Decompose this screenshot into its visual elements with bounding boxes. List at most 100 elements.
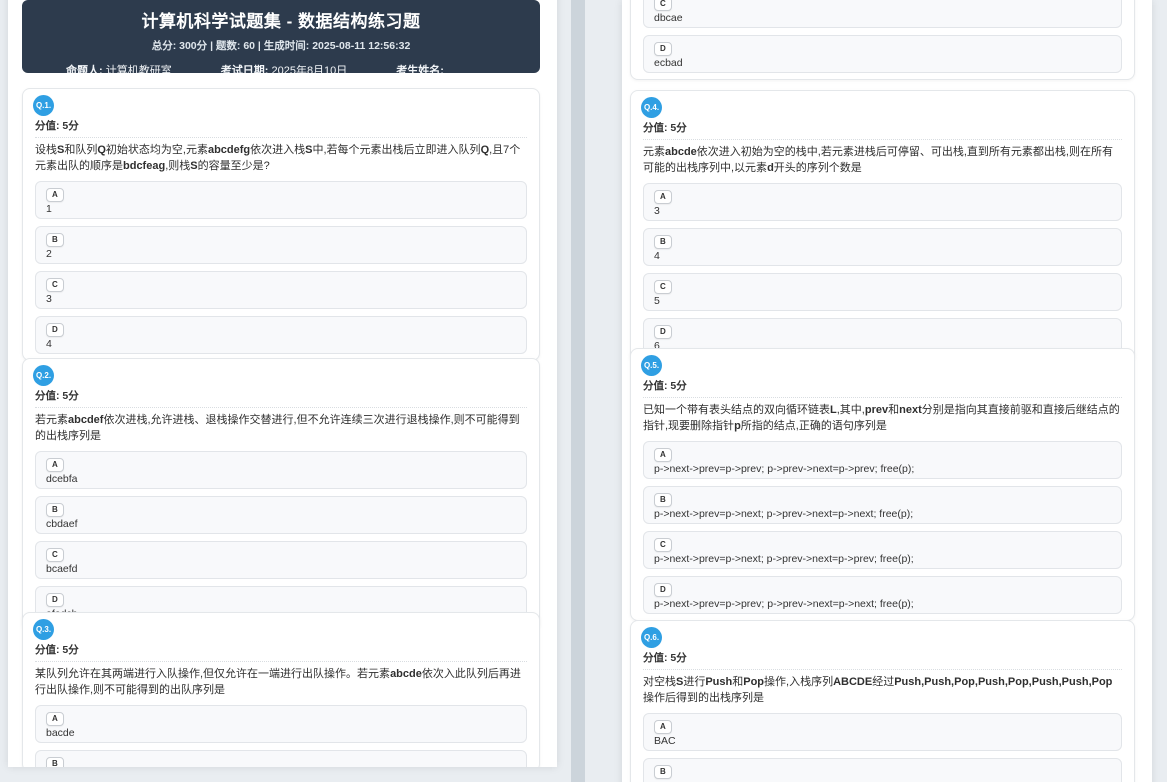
option-letter-chip: A (654, 720, 672, 734)
question-2-option-b[interactable]: B cbdaef (35, 496, 527, 534)
question-2-option-c[interactable]: C bcaefd (35, 541, 527, 579)
question-card-6: Q.6. 分值: 5分 对空栈S进行Push和Pop操作,入栈序列ABCDE经过… (630, 620, 1135, 782)
option-letter-chip: B (46, 503, 64, 517)
question-1-option-d[interactable]: D 4 (35, 316, 527, 354)
question-card-5: Q.5. 分值: 5分 已知一个带有表头结点的双向循环链表L,其中,prev和n… (630, 348, 1135, 621)
question-3-option-d[interactable]: D ecbad (643, 35, 1122, 73)
question-2-option-a[interactable]: A dcebfa (35, 451, 527, 489)
question-6-option-b[interactable]: B BAE (643, 758, 1122, 782)
question-6-number-badge: Q.6. (641, 627, 662, 648)
exam-setter-label: 命题人: (66, 65, 103, 73)
question-4-text: 元素abcde依次进入初始为空的栈中,若元素进栈后可停留、可出栈,直到所有元素都… (643, 146, 1113, 174)
exam-title: 计算机科学试题集 - 数据结构练习题 (141, 12, 421, 31)
option-letter-chip: B (654, 493, 672, 507)
dotted-divider (35, 661, 527, 662)
option-letter-chip: A (654, 448, 672, 462)
option-letter-chip: A (46, 712, 64, 726)
dotted-divider (35, 137, 527, 138)
option-text: 1 (46, 203, 52, 215)
exam-setter-value: 计算机教研室 (105, 65, 172, 73)
question-6-text: 对空栈S进行Push和Pop操作,入栈序列ABCDE经过Push,Push,Po… (643, 676, 1113, 704)
question-6-score: 分值: 5分 (643, 652, 687, 664)
question-4-number-badge: Q.4. (641, 97, 662, 118)
exam-date: 考试日期: 2025年8月10日 (221, 62, 348, 73)
question-card-4: Q.4. 分值: 5分 元素abcde依次进入初始为空的栈中,若元素进栈后可停留… (630, 90, 1135, 363)
option-letter-chip: B (46, 233, 64, 247)
question-1-number-badge: Q.1. (33, 95, 54, 116)
option-letter-chip: A (46, 188, 64, 202)
question-5-text: 已知一个带有表头结点的双向循环链表L,其中,prev和next分别是指向其直接前… (643, 404, 1120, 432)
question-5-number-badge: Q.5. (641, 355, 662, 376)
option-letter-chip: B (654, 235, 672, 249)
option-letter-chip: D (46, 593, 64, 607)
option-text: 2 (46, 248, 52, 260)
option-text: bcaefd (46, 563, 78, 575)
option-text: p->next->prev=p->next; p->prev->next=p->… (654, 553, 914, 565)
question-card-2: Q.2. 分值: 5分 若元素abcdef依次进栈,允许进栈、退栈操作交替进行,… (22, 358, 540, 631)
option-text: dbcae (654, 12, 683, 24)
option-text: 3 (654, 205, 660, 217)
question-3-text: 某队列允许在其两端进行入队操作,但仅允许在一端进行出队操作。若元素abcde依次… (35, 668, 521, 696)
question-4-option-c[interactable]: C 5 (643, 273, 1122, 311)
exam-date-label: 考试日期: (220, 65, 269, 73)
question-2-text: 若元素abcdef依次进栈,允许进栈、退栈操作交替进行,但不允许连续三次进行退栈… (35, 414, 520, 442)
page-divider-bar (571, 0, 585, 782)
page-right: C dbcae D ecbad Q.4. 分值: 5分 元素abcde依次进入初… (622, 0, 1152, 782)
exam-setter: 命题人: 计算机教研室 (66, 62, 172, 73)
question-4-score: 分值: 5分 (643, 122, 687, 134)
question-5-option-c[interactable]: C p->next->prev=p->next; p->prev->next=p… (643, 531, 1122, 569)
question-card-1: Q.1. 分值: 5分 设栈S和队列Q初始状态均为空,元素abcdefg依次进入… (22, 88, 540, 361)
option-text: 3 (46, 293, 52, 305)
option-letter-chip: C (46, 278, 64, 292)
question-1-option-c[interactable]: C 3 (35, 271, 527, 309)
exam-meta-row: 命题人: 计算机教研室 考试日期: 2025年8月10日 考生姓名: _____… (22, 62, 540, 73)
option-letter-chip: C (654, 538, 672, 552)
question-card-3: Q.3. 分值: 5分 某队列允许在其两端进行入队操作,但仅允许在一端进行出队操… (22, 612, 540, 767)
question-1-text: 设栈S和队列Q初始状态均为空,元素abcdefg依次进入栈S中,若每个元素出栈后… (35, 144, 521, 172)
option-letter-chip: C (654, 280, 672, 294)
exam-header: 计算机科学试题集 - 数据结构练习题 总分: 300分 | 题数: 60 | 生… (22, 0, 540, 73)
option-letter-chip: D (654, 325, 672, 339)
dotted-divider (643, 669, 1122, 670)
option-letter-chip: D (654, 583, 672, 597)
question-5-option-b[interactable]: B p->next->prev=p->next; p->prev->next=p… (643, 486, 1122, 524)
option-text: cbdaef (46, 518, 78, 530)
question-2-score: 分值: 5分 (35, 390, 79, 402)
option-letter-chip: D (46, 323, 64, 337)
option-letter-chip: B (654, 765, 672, 779)
option-text: p->next->prev=p->prev; p->prev->next=p->… (654, 463, 915, 475)
page-left: 计算机科学试题集 - 数据结构练习题 总分: 300分 | 题数: 60 | 生… (8, 0, 557, 767)
question-4-option-a[interactable]: A 3 (643, 183, 1122, 221)
option-letter-chip: B (46, 757, 64, 767)
exam-candidate-label: 考生姓名: (396, 65, 444, 73)
option-text: p->next->prev=p->prev; p->prev->next=p->… (654, 598, 914, 610)
question-5-option-d[interactable]: D p->next->prev=p->prev; p->prev->next=p… (643, 576, 1122, 614)
question-2-number-badge: Q.2. (33, 365, 54, 386)
option-letter-chip: A (46, 458, 64, 472)
question-1-score: 分值: 5分 (35, 120, 79, 132)
question-5-score: 分值: 5分 (643, 380, 687, 392)
option-text: dcebfa (46, 473, 78, 485)
question-3-option-b[interactable]: B dbace (35, 750, 527, 767)
option-text: BAC (654, 735, 676, 747)
option-letter-chip: C (654, 0, 672, 11)
option-text: bacde (46, 727, 75, 739)
option-letter-chip: D (654, 42, 672, 56)
question-3-number-badge: Q.3. (33, 619, 54, 640)
question-3-option-c[interactable]: C dbcae (643, 0, 1122, 28)
exam-stats: 总分: 300分 | 题数: 60 | 生成时间: 2025-08-11 12:… (151, 40, 411, 52)
question-card-3-continued: C dbcae D ecbad (630, 0, 1135, 80)
question-4-option-b[interactable]: B 4 (643, 228, 1122, 266)
question-1-option-b[interactable]: B 2 (35, 226, 527, 264)
question-3-option-a[interactable]: A bacde (35, 705, 527, 743)
question-3-score: 分值: 5分 (35, 644, 79, 656)
exam-candidate-blank: ________ (447, 65, 496, 73)
exam-date-value: 2025年8月10日 (271, 65, 348, 73)
question-6-option-a[interactable]: A BAC (643, 713, 1122, 751)
question-1-option-a[interactable]: A 1 (35, 181, 527, 219)
option-text: 4 (46, 338, 52, 350)
dotted-divider (35, 407, 527, 408)
question-5-option-a[interactable]: A p->next->prev=p->prev; p->prev->next=p… (643, 441, 1122, 479)
dotted-divider (643, 397, 1122, 398)
option-text: p->next->prev=p->next; p->prev->next=p->… (654, 508, 914, 520)
